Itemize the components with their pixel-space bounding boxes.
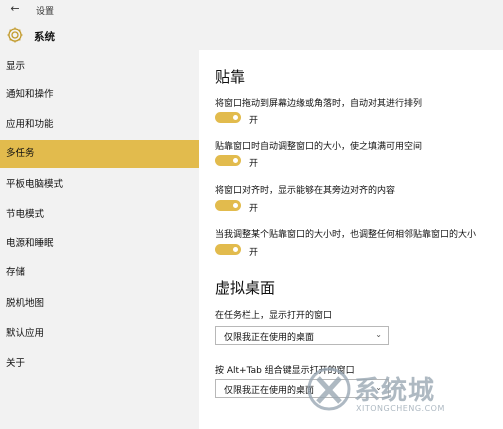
sidebar-item-battery-saver[interactable]: 节电模式 [0,201,199,229]
sidebar-item-display[interactable]: 显示 [0,53,199,81]
snap-fill-toggle[interactable] [215,155,241,166]
sidebar-item-offline-maps[interactable]: 脱机地图 [0,290,199,318]
sidebar-item-storage[interactable]: 存储 [0,259,199,287]
sidebar-item-multitasking[interactable]: 多任务 [0,140,199,168]
taskbar-windows-dropdown[interactable]: 仅限我正在使用的桌面 ⌄ [215,326,389,345]
toggle-knob [233,203,238,208]
toggle-knob [233,247,238,252]
virtual-desktops-heading: 虚拟桌面 [215,279,276,297]
chevron-down-icon: ⌄ [375,330,382,339]
snap-heading: 贴靠 [215,68,246,86]
sidebar-item-tablet-mode[interactable]: 平板电脑模式 [0,171,199,199]
toggle-state-label: 开 [249,116,259,126]
setting-description: 当我调整某个贴靠窗口的大小时，也调整任何相邻贴靠窗口的大小 [215,230,477,240]
window-title: 设置 [36,7,55,17]
taskbar-setting-label: 在任务栏上，显示打开的窗口 [215,311,333,321]
watermark-url: XITONGCHENG.COM [356,404,445,413]
snap-resize-toggle[interactable] [215,244,241,255]
toggle-state-label: 开 [249,204,259,214]
page-title: 系统 [34,31,55,43]
setting-description: 将窗口拖动到屏幕边缘或角落时，自动对其进行排列 [215,99,423,109]
gear-icon [7,27,23,43]
site-watermark: 系统城 XITONGCHENG.COM [302,360,502,428]
setting-description: 贴靠窗口时自动调整窗口的大小，使之填满可用空间 [215,142,423,152]
dropdown-value: 仅限我正在使用的桌面 [224,333,315,343]
toggle-state-label: 开 [249,248,259,258]
sidebar: 显示 通知和操作 应用和功能 多任务 平板电脑模式 节电模式 电源和睡眠 存储 … [0,50,199,429]
snap-arrange-toggle[interactable] [215,112,241,123]
back-arrow-icon[interactable]: ← [8,2,22,16]
setting-description: 将窗口对齐时，显示能够在其旁边对齐的内容 [215,186,396,196]
snap-assist-toggle[interactable] [215,200,241,211]
dropdown-value: 仅限我正在使用的桌面 [224,386,315,396]
toggle-knob [233,115,238,120]
watermark-text: 系统城 [354,376,436,406]
toggle-state-label: 开 [249,159,259,169]
toggle-knob [233,158,238,163]
sidebar-item-power-sleep[interactable]: 电源和睡眠 [0,230,199,258]
sidebar-item-about[interactable]: 关于 [0,350,199,378]
sidebar-item-apps[interactable]: 应用和功能 [0,111,199,139]
title-bar: ← 设置 [0,0,503,20]
sidebar-item-notifications[interactable]: 通知和操作 [0,81,199,109]
sidebar-item-default-apps[interactable]: 默认应用 [0,320,199,348]
page-header: 系统 [0,20,503,50]
watermark-logo-icon [307,367,351,411]
